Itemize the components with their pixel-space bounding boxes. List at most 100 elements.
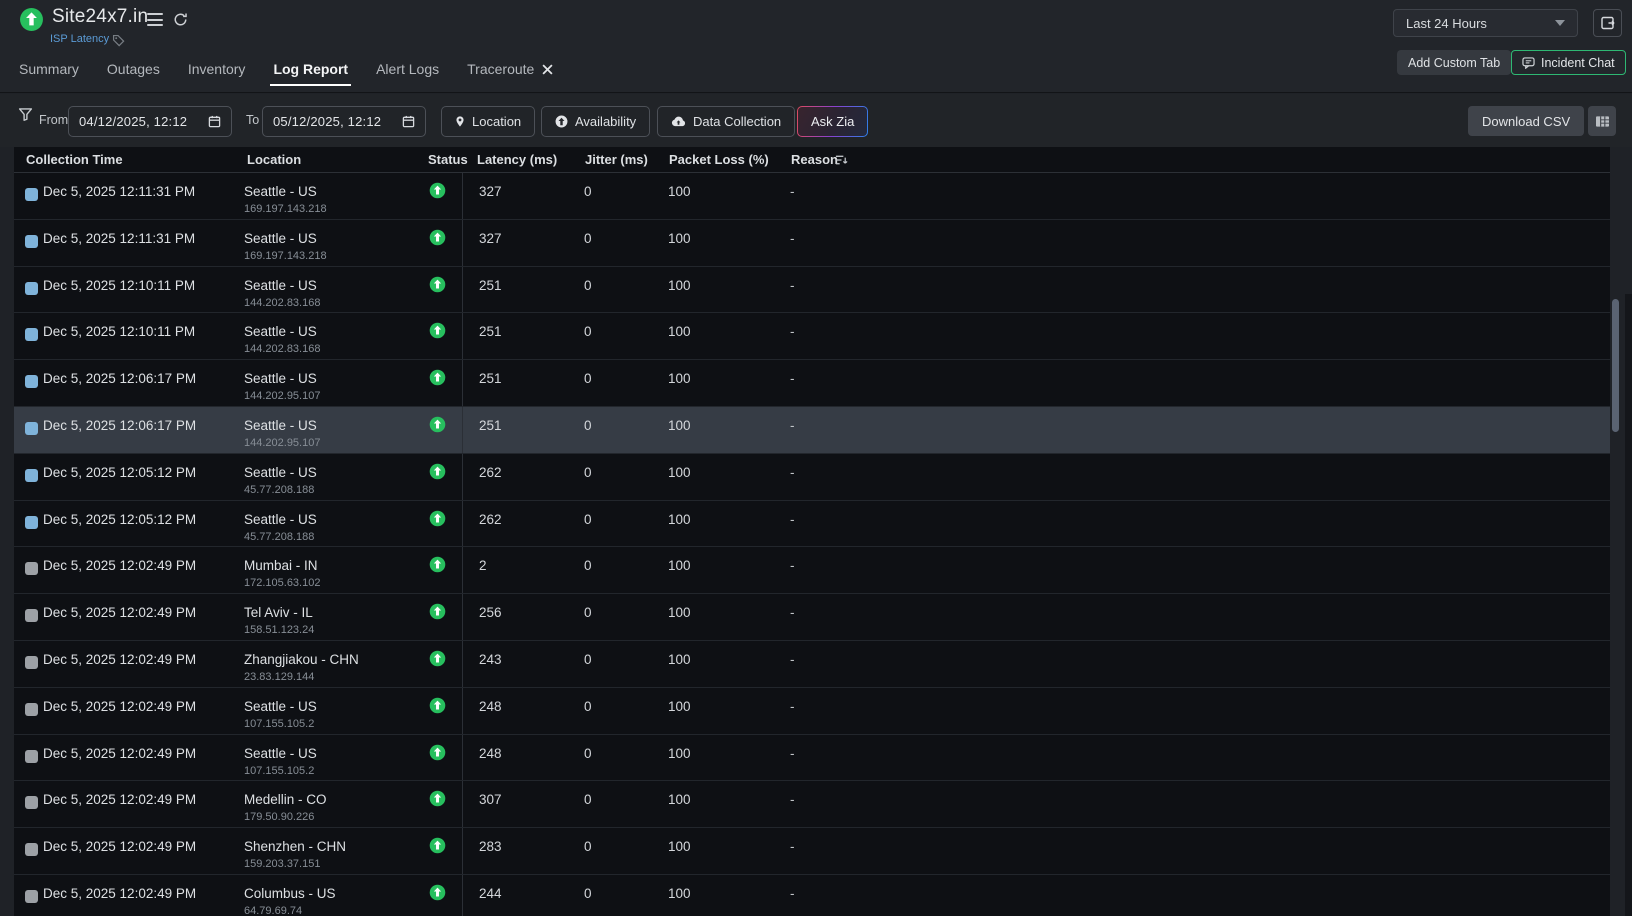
status-up-icon: [428, 510, 462, 527]
row-checkbox[interactable]: [25, 609, 38, 622]
page-title: Site24x7.in: [52, 6, 148, 28]
status-up-icon: [428, 556, 462, 573]
time-range-value: Last 24 Hours: [1406, 16, 1487, 31]
calendar-icon[interactable]: [402, 115, 415, 128]
table-row[interactable]: Dec 5, 2025 12:05:12 PM Seattle - US 45.…: [14, 501, 1610, 548]
table-row[interactable]: Dec 5, 2025 12:06:17 PM Seattle - US 144…: [14, 360, 1610, 407]
calendar-switch-button[interactable]: [1593, 9, 1622, 37]
table-row[interactable]: Dec 5, 2025 12:02:49 PM Zhangjiakou - CH…: [14, 641, 1610, 688]
table-row[interactable]: Dec 5, 2025 12:10:11 PM Seattle - US 144…: [14, 313, 1610, 360]
status-up-icon: [428, 884, 462, 901]
location-filter-button[interactable]: Location: [441, 106, 535, 137]
tab-inventory[interactable]: Inventory: [188, 61, 246, 77]
from-date-input[interactable]: 04/12/2025, 12:12: [68, 106, 232, 137]
latency-value: 243: [462, 641, 580, 687]
col-location[interactable]: Location: [247, 152, 301, 167]
availability-filter-button[interactable]: Availability: [541, 106, 650, 137]
row-checkbox[interactable]: [25, 516, 38, 529]
status-up-icon: [428, 416, 462, 433]
location-ip: 169.197.143.218: [244, 250, 428, 262]
table-row[interactable]: Dec 5, 2025 12:02:49 PM Shenzhen - CHN 1…: [14, 828, 1610, 875]
row-checkbox[interactable]: [25, 422, 38, 435]
monitor-type-link[interactable]: ISP Latency: [50, 33, 109, 45]
reason-value: -: [786, 173, 1610, 219]
refresh-icon[interactable]: [173, 12, 188, 27]
table-row[interactable]: Dec 5, 2025 12:02:49 PM Tel Aviv - IL 15…: [14, 594, 1610, 641]
col-reason[interactable]: Reason: [791, 152, 838, 167]
location-ip: 159.203.37.151: [244, 858, 428, 870]
reason-value: -: [786, 220, 1610, 266]
add-custom-tab-button[interactable]: Add Custom Tab: [1397, 50, 1511, 75]
col-collection-time[interactable]: Collection Time: [26, 152, 123, 167]
incident-chat-button[interactable]: Incident Chat: [1511, 50, 1626, 75]
time-range-dropdown[interactable]: Last 24 Hours: [1393, 9, 1578, 37]
location-ip: 23.83.129.144: [244, 671, 428, 683]
reason-value: -: [786, 594, 1610, 640]
tab-alert-logs[interactable]: Alert Logs: [376, 61, 439, 77]
latency-value: 262: [462, 454, 580, 500]
manage-columns-button[interactable]: [1588, 106, 1616, 136]
table-row[interactable]: Dec 5, 2025 12:10:11 PM Seattle - US 144…: [14, 267, 1610, 314]
latency-value: 262: [462, 501, 580, 547]
table-row[interactable]: Dec 5, 2025 12:06:17 PM Seattle - US 144…: [14, 407, 1610, 454]
packet-loss-value: 100: [664, 781, 786, 827]
location-ip: 158.51.123.24: [244, 624, 428, 636]
table-row[interactable]: Dec 5, 2025 12:11:31 PM Seattle - US 169…: [14, 173, 1610, 220]
row-checkbox[interactable]: [25, 843, 38, 856]
vertical-scrollbar[interactable]: [1612, 299, 1619, 432]
col-jitter[interactable]: Jitter (ms): [585, 152, 648, 167]
table-row[interactable]: Dec 5, 2025 12:05:12 PM Seattle - US 45.…: [14, 454, 1610, 501]
latency-value: 248: [462, 688, 580, 734]
reason-value: -: [786, 875, 1610, 916]
table-row[interactable]: Dec 5, 2025 12:02:49 PM Mumbai - IN 172.…: [14, 547, 1610, 594]
row-checkbox[interactable]: [25, 469, 38, 482]
packet-loss-value: 100: [664, 220, 786, 266]
chat-icon: [1522, 57, 1535, 69]
data-collection-filter-button[interactable]: Data Collection: [657, 106, 795, 137]
reason-sort-filter-icon[interactable]: [835, 154, 848, 166]
reason-value: -: [786, 641, 1610, 687]
row-checkbox[interactable]: [25, 375, 38, 388]
row-checkbox[interactable]: [25, 235, 38, 248]
filter-funnel-icon[interactable]: [18, 107, 33, 122]
to-date-input[interactable]: 05/12/2025, 12:12: [262, 106, 426, 137]
location-name: Zhangjiakou - CHN: [244, 652, 428, 668]
table-row[interactable]: Dec 5, 2025 12:11:31 PM Seattle - US 169…: [14, 220, 1610, 267]
row-checkbox[interactable]: [25, 282, 38, 295]
row-checkbox[interactable]: [25, 656, 38, 669]
latency-value: 251: [462, 267, 580, 313]
tab-summary[interactable]: Summary: [19, 61, 79, 77]
location-pin-icon: [455, 115, 465, 128]
row-checkbox[interactable]: [25, 562, 38, 575]
row-checkbox[interactable]: [25, 188, 38, 201]
tab-outages[interactable]: Outages: [107, 61, 160, 77]
location-name: Seattle - US: [244, 746, 428, 762]
calendar-icon[interactable]: [208, 115, 221, 128]
table-row[interactable]: Dec 5, 2025 12:02:49 PM Seattle - US 107…: [14, 735, 1610, 782]
reason-value: -: [786, 313, 1610, 359]
table-row[interactable]: Dec 5, 2025 12:02:49 PM Medellin - CO 17…: [14, 781, 1610, 828]
ask-zia-button[interactable]: Ask Zia: [797, 106, 868, 137]
col-status[interactable]: Status: [428, 152, 468, 167]
tab-log-report[interactable]: Log Report: [273, 61, 348, 77]
table-row[interactable]: Dec 5, 2025 12:02:49 PM Seattle - US 107…: [14, 688, 1610, 735]
latency-value: 251: [462, 360, 580, 406]
col-latency[interactable]: Latency (ms): [477, 152, 557, 167]
collection-time: Dec 5, 2025 12:05:12 PM: [43, 501, 244, 547]
col-packet-loss[interactable]: Packet Loss (%): [669, 152, 769, 167]
row-checkbox[interactable]: [25, 750, 38, 763]
close-tab-icon[interactable]: [542, 64, 553, 75]
tab-traceroute[interactable]: Traceroute: [467, 61, 553, 77]
menu-icon[interactable]: [147, 13, 163, 26]
location-name: Shenzhen - CHN: [244, 839, 428, 855]
latency-value: 251: [462, 407, 580, 453]
table-row[interactable]: Dec 5, 2025 12:02:49 PM Columbus - US 64…: [14, 875, 1610, 916]
row-checkbox[interactable]: [25, 703, 38, 716]
row-checkbox[interactable]: [25, 328, 38, 341]
download-csv-button[interactable]: Download CSV: [1468, 106, 1584, 136]
availability-up-icon: [555, 115, 568, 128]
row-checkbox[interactable]: [25, 796, 38, 809]
collection-time: Dec 5, 2025 12:02:49 PM: [43, 875, 244, 916]
row-checkbox[interactable]: [25, 890, 38, 903]
tag-icon[interactable]: [112, 34, 125, 47]
